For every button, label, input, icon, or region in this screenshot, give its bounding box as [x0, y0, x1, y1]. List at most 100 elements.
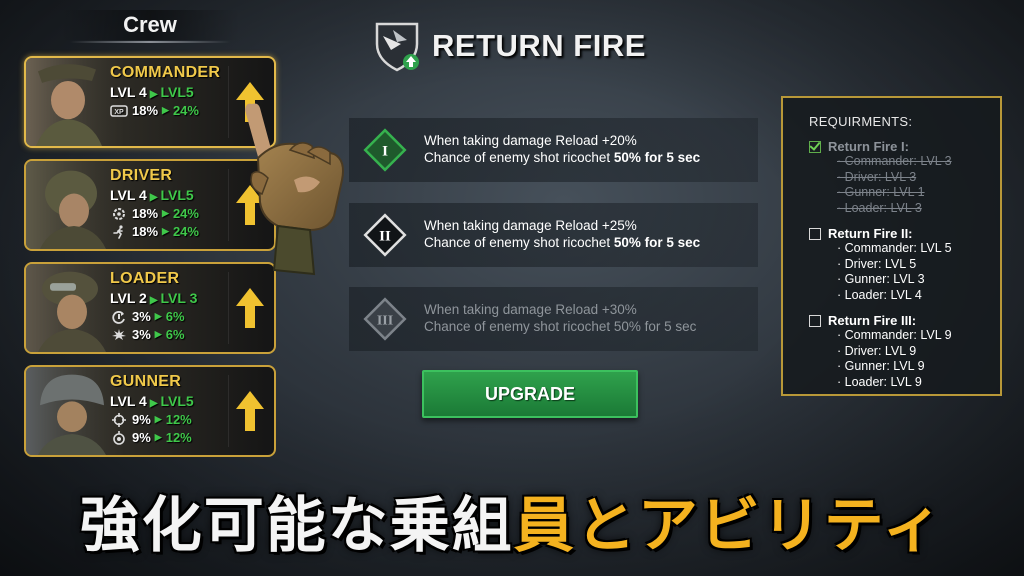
- tier-line-2-prefix: Chance of enemy shot ricochet: [424, 235, 614, 250]
- arrow-right-icon: ▶: [154, 432, 162, 442]
- level-row: LVL 2 ▶ LVL 3: [110, 290, 240, 306]
- requirement-item: · Commander: LVL 5: [837, 241, 952, 255]
- tier-numeral: III: [377, 314, 393, 329]
- stat-next-value: 12%: [165, 412, 192, 427]
- tier-3-diamond-icon: III: [363, 297, 407, 341]
- arrow-right-icon: ▶: [154, 329, 162, 339]
- ability-title: RETURN FIRE: [432, 28, 646, 63]
- stat-row: 3% ▶ 6%: [110, 309, 240, 324]
- stat-value: 9%: [132, 430, 151, 445]
- requirement-item: · Driver: LVL 5: [837, 256, 917, 271]
- stat-row: XP 18% ▶ 24%: [110, 103, 240, 118]
- next-level: LVL5: [160, 84, 194, 100]
- tier-line-2-bold: 50% for 5 sec: [613, 150, 701, 165]
- level-row: LVL 4 ▶ LVL5: [110, 393, 240, 409]
- tier-description: When taking damage Reload +20% Chance of…: [424, 132, 700, 166]
- up-arrow-icon: [235, 391, 264, 431]
- reload-icon: [110, 310, 128, 324]
- stat-value: 18%: [132, 224, 159, 239]
- tier-line-2-bold: 50% for 5 sec: [613, 235, 701, 250]
- stat-value: 18%: [132, 103, 159, 118]
- tier-line-1: When taking damage Reload +25%: [424, 218, 637, 233]
- tier-line-2: Chance of enemy shot ricochet 50% for 5 …: [424, 149, 700, 166]
- requirement-group-name: Return Fire III:: [828, 313, 917, 328]
- tier-line-2-bold: 50% for 5 sec: [613, 319, 697, 334]
- stat-row: 18% ▶ 24%: [110, 206, 240, 221]
- requirements-panel: REQUIRMENTS: Return Fire I: · Commander:…: [781, 96, 1002, 396]
- requirement-item: · Driver: LVL 9: [837, 343, 917, 358]
- stat-next-value: 6%: [165, 327, 185, 342]
- stat-value: 9%: [132, 412, 151, 427]
- stat-next-value: 24%: [172, 224, 199, 239]
- checkbox-empty-icon: [809, 227, 821, 240]
- tier-description: When taking damage Reload +30% Chance of…: [424, 301, 696, 335]
- stat-next-value: 24%: [172, 206, 199, 221]
- requirements-title: REQUIRMENTS:: [809, 114, 913, 129]
- requirement-group-2: Return Fire II: · Commander: LVL 5 · Dri…: [809, 226, 1000, 303]
- stat-value: 18%: [132, 206, 159, 221]
- tier-numeral: II: [379, 229, 391, 245]
- tier-line-2: Chance of enemy shot ricochet 50% for 5 …: [424, 234, 700, 251]
- requirement-group-name: Return Fire II:: [828, 226, 913, 241]
- current-level: LVL 4: [110, 84, 147, 100]
- requirement-group-1: Return Fire I: · Commander: LVL 3 · Driv…: [809, 139, 1000, 216]
- ability-tier-3: III When taking damage Reload +30% Chanc…: [349, 287, 758, 351]
- tier-1-diamond-icon: I: [363, 128, 407, 172]
- gear-icon: [110, 207, 128, 221]
- loader-portrait: [26, 264, 121, 352]
- arrow-right-icon: ▶: [154, 414, 162, 424]
- upgrade-arrow-button[interactable]: [228, 375, 270, 447]
- stat-row: 18% ▶ 24%: [110, 224, 240, 239]
- tier-description: When taking damage Reload +25% Chance of…: [424, 217, 700, 251]
- crew-card-gunner[interactable]: GUNNER LVL 4 ▶ LVL5 9% ▶ 12% 9% ▶ 12%: [24, 365, 276, 457]
- checkbox-checked-icon: [809, 140, 821, 153]
- current-level: LVL 2: [110, 290, 147, 306]
- tier-line-2-prefix: Chance of enemy shot ricochet: [424, 319, 614, 334]
- xp-icon: XP: [110, 104, 128, 118]
- arrow-right-icon: ▶: [162, 208, 169, 218]
- stat-row: 3% ▶ 6%: [110, 327, 240, 342]
- arrow-right-icon: ▶: [149, 398, 158, 409]
- level-row: LVL 4 ▶ LVL5: [110, 187, 240, 203]
- driver-portrait: [26, 161, 121, 249]
- stat-next-value: 12%: [165, 430, 192, 445]
- next-level: LVL5: [160, 187, 194, 203]
- gunner-portrait: [26, 367, 121, 455]
- svg-text:XP: XP: [114, 109, 124, 116]
- tier-line-1: When taking damage Reload +20%: [424, 133, 637, 148]
- requirement-item: · Commander: LVL 3: [837, 154, 952, 168]
- requirement-item: · Gunner: LVL 1: [837, 185, 925, 199]
- tier-line-1: When taking damage Reload +30%: [424, 302, 637, 317]
- requirement-item: · Loader: LVL 9: [837, 374, 922, 389]
- requirement-item: · Driver: LVL 3: [837, 169, 917, 184]
- crew-role: DRIVER: [110, 167, 173, 184]
- requirement-item: · Gunner: LVL 3: [837, 272, 925, 286]
- crew-title: Crew: [60, 10, 240, 43]
- stat-row: 9% ▶ 12%: [110, 430, 240, 445]
- upgrade-button[interactable]: UPGRADE: [422, 370, 638, 418]
- requirement-group-title: Return Fire I:: [809, 139, 1000, 154]
- up-arrow-icon: [235, 288, 264, 328]
- current-level: LVL 4: [110, 393, 147, 409]
- burst-icon: [110, 328, 128, 342]
- commander-portrait: [26, 58, 121, 146]
- return-fire-shield-icon: [371, 20, 423, 72]
- banner-yellow-text: 員とアビリティ: [513, 491, 945, 561]
- requirement-group-title: Return Fire II:: [809, 226, 1000, 241]
- upgrade-arrow-button[interactable]: [228, 272, 270, 344]
- banner-white-text: 強化可能な乗組: [79, 491, 514, 561]
- requirement-item: · Loader: LVL 3: [837, 200, 922, 215]
- checkbox-empty-icon: [809, 314, 821, 327]
- runner-icon: [110, 224, 128, 239]
- tier-line-2: Chance of enemy shot ricochet 50% for 5 …: [424, 318, 696, 335]
- next-level: LVL5: [160, 393, 194, 409]
- requirement-group-3: Return Fire III: · Commander: LVL 9 · Dr…: [809, 313, 1000, 390]
- arrow-right-icon: ▶: [162, 105, 169, 115]
- level-row: LVL 4 ▶ LVL5: [110, 84, 240, 100]
- requirement-group-title: Return Fire III:: [809, 313, 1000, 328]
- arrow-right-icon: ▶: [149, 192, 158, 203]
- stat-row: 9% ▶ 12%: [110, 412, 240, 427]
- arrow-right-icon: ▶: [149, 295, 158, 306]
- arrow-right-icon: ▶: [154, 311, 162, 321]
- stat-next-value: 6%: [165, 309, 185, 324]
